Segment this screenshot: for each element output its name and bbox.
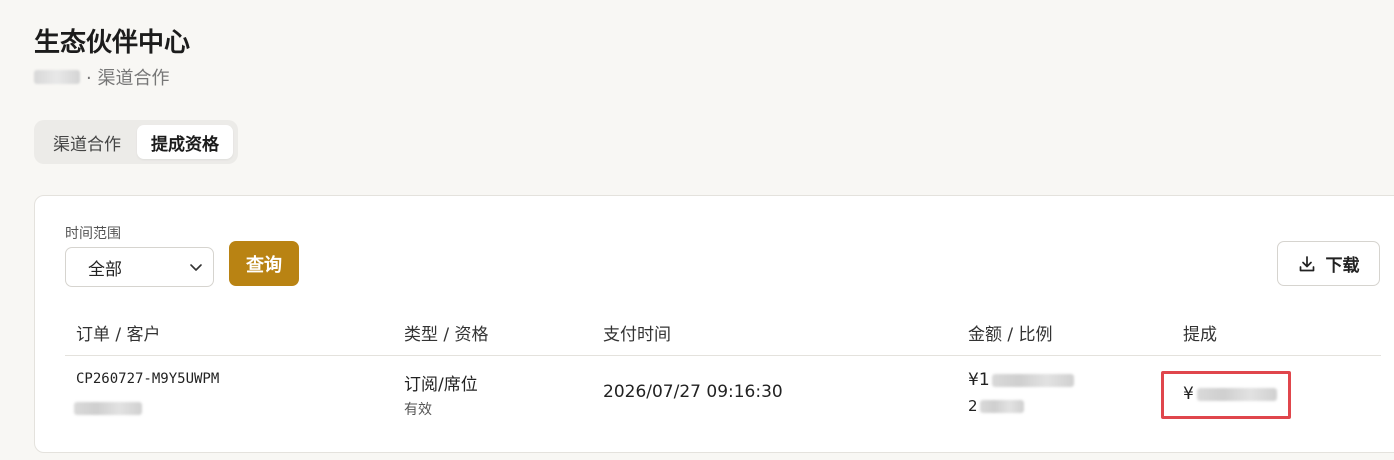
- ratio: 2: [968, 397, 1024, 415]
- amount: ¥1: [968, 370, 1074, 390]
- tab-channel-cooperation[interactable]: 渠道合作: [39, 125, 135, 159]
- time-range-value: 全部: [88, 259, 122, 280]
- amount-prefix: ¥1: [968, 370, 990, 390]
- column-header-amount: 金额 / 比例: [968, 325, 1053, 345]
- time-range-label: 时间范围: [65, 226, 121, 242]
- chevron-down-icon: [190, 264, 202, 271]
- page-title: 生态伙伴中心: [34, 28, 191, 58]
- commission-card: 时间范围 全部 查询 下载 订单 / 客户 类型 / 资格 支付时间 金额 / …: [34, 195, 1394, 453]
- column-header-type: 类型 / 资格: [404, 325, 489, 345]
- pay-time: 2026/07/27 09:16:30: [603, 382, 783, 402]
- breadcrumb-label: · 渠道合作: [86, 68, 170, 89]
- order-id: CP260727-M9Y5UWPM: [76, 371, 220, 387]
- order-type: 订阅/席位: [404, 375, 478, 395]
- header-divider: [65, 355, 1381, 356]
- download-label: 下载: [1325, 256, 1360, 276]
- column-header-commission: 提成: [1183, 325, 1217, 345]
- commission-highlight-box: [1161, 371, 1291, 419]
- qualification-status: 有效: [404, 402, 432, 418]
- breadcrumb: · 渠道合作: [34, 64, 169, 90]
- query-button[interactable]: 查询: [229, 241, 299, 286]
- customer-redacted: [74, 400, 142, 419]
- download-button[interactable]: 下载: [1277, 241, 1380, 286]
- tab-commission-qualification[interactable]: 提成资格: [137, 125, 233, 159]
- column-header-order: 订单 / 客户: [76, 325, 161, 345]
- breadcrumb-redacted: [34, 70, 80, 84]
- download-icon: [1299, 255, 1314, 271]
- ratio-prefix: 2: [968, 397, 978, 415]
- tab-bar: 渠道合作 提成资格: [34, 120, 238, 164]
- time-range-select[interactable]: 全部: [65, 247, 214, 287]
- column-header-pay-time: 支付时间: [603, 325, 671, 345]
